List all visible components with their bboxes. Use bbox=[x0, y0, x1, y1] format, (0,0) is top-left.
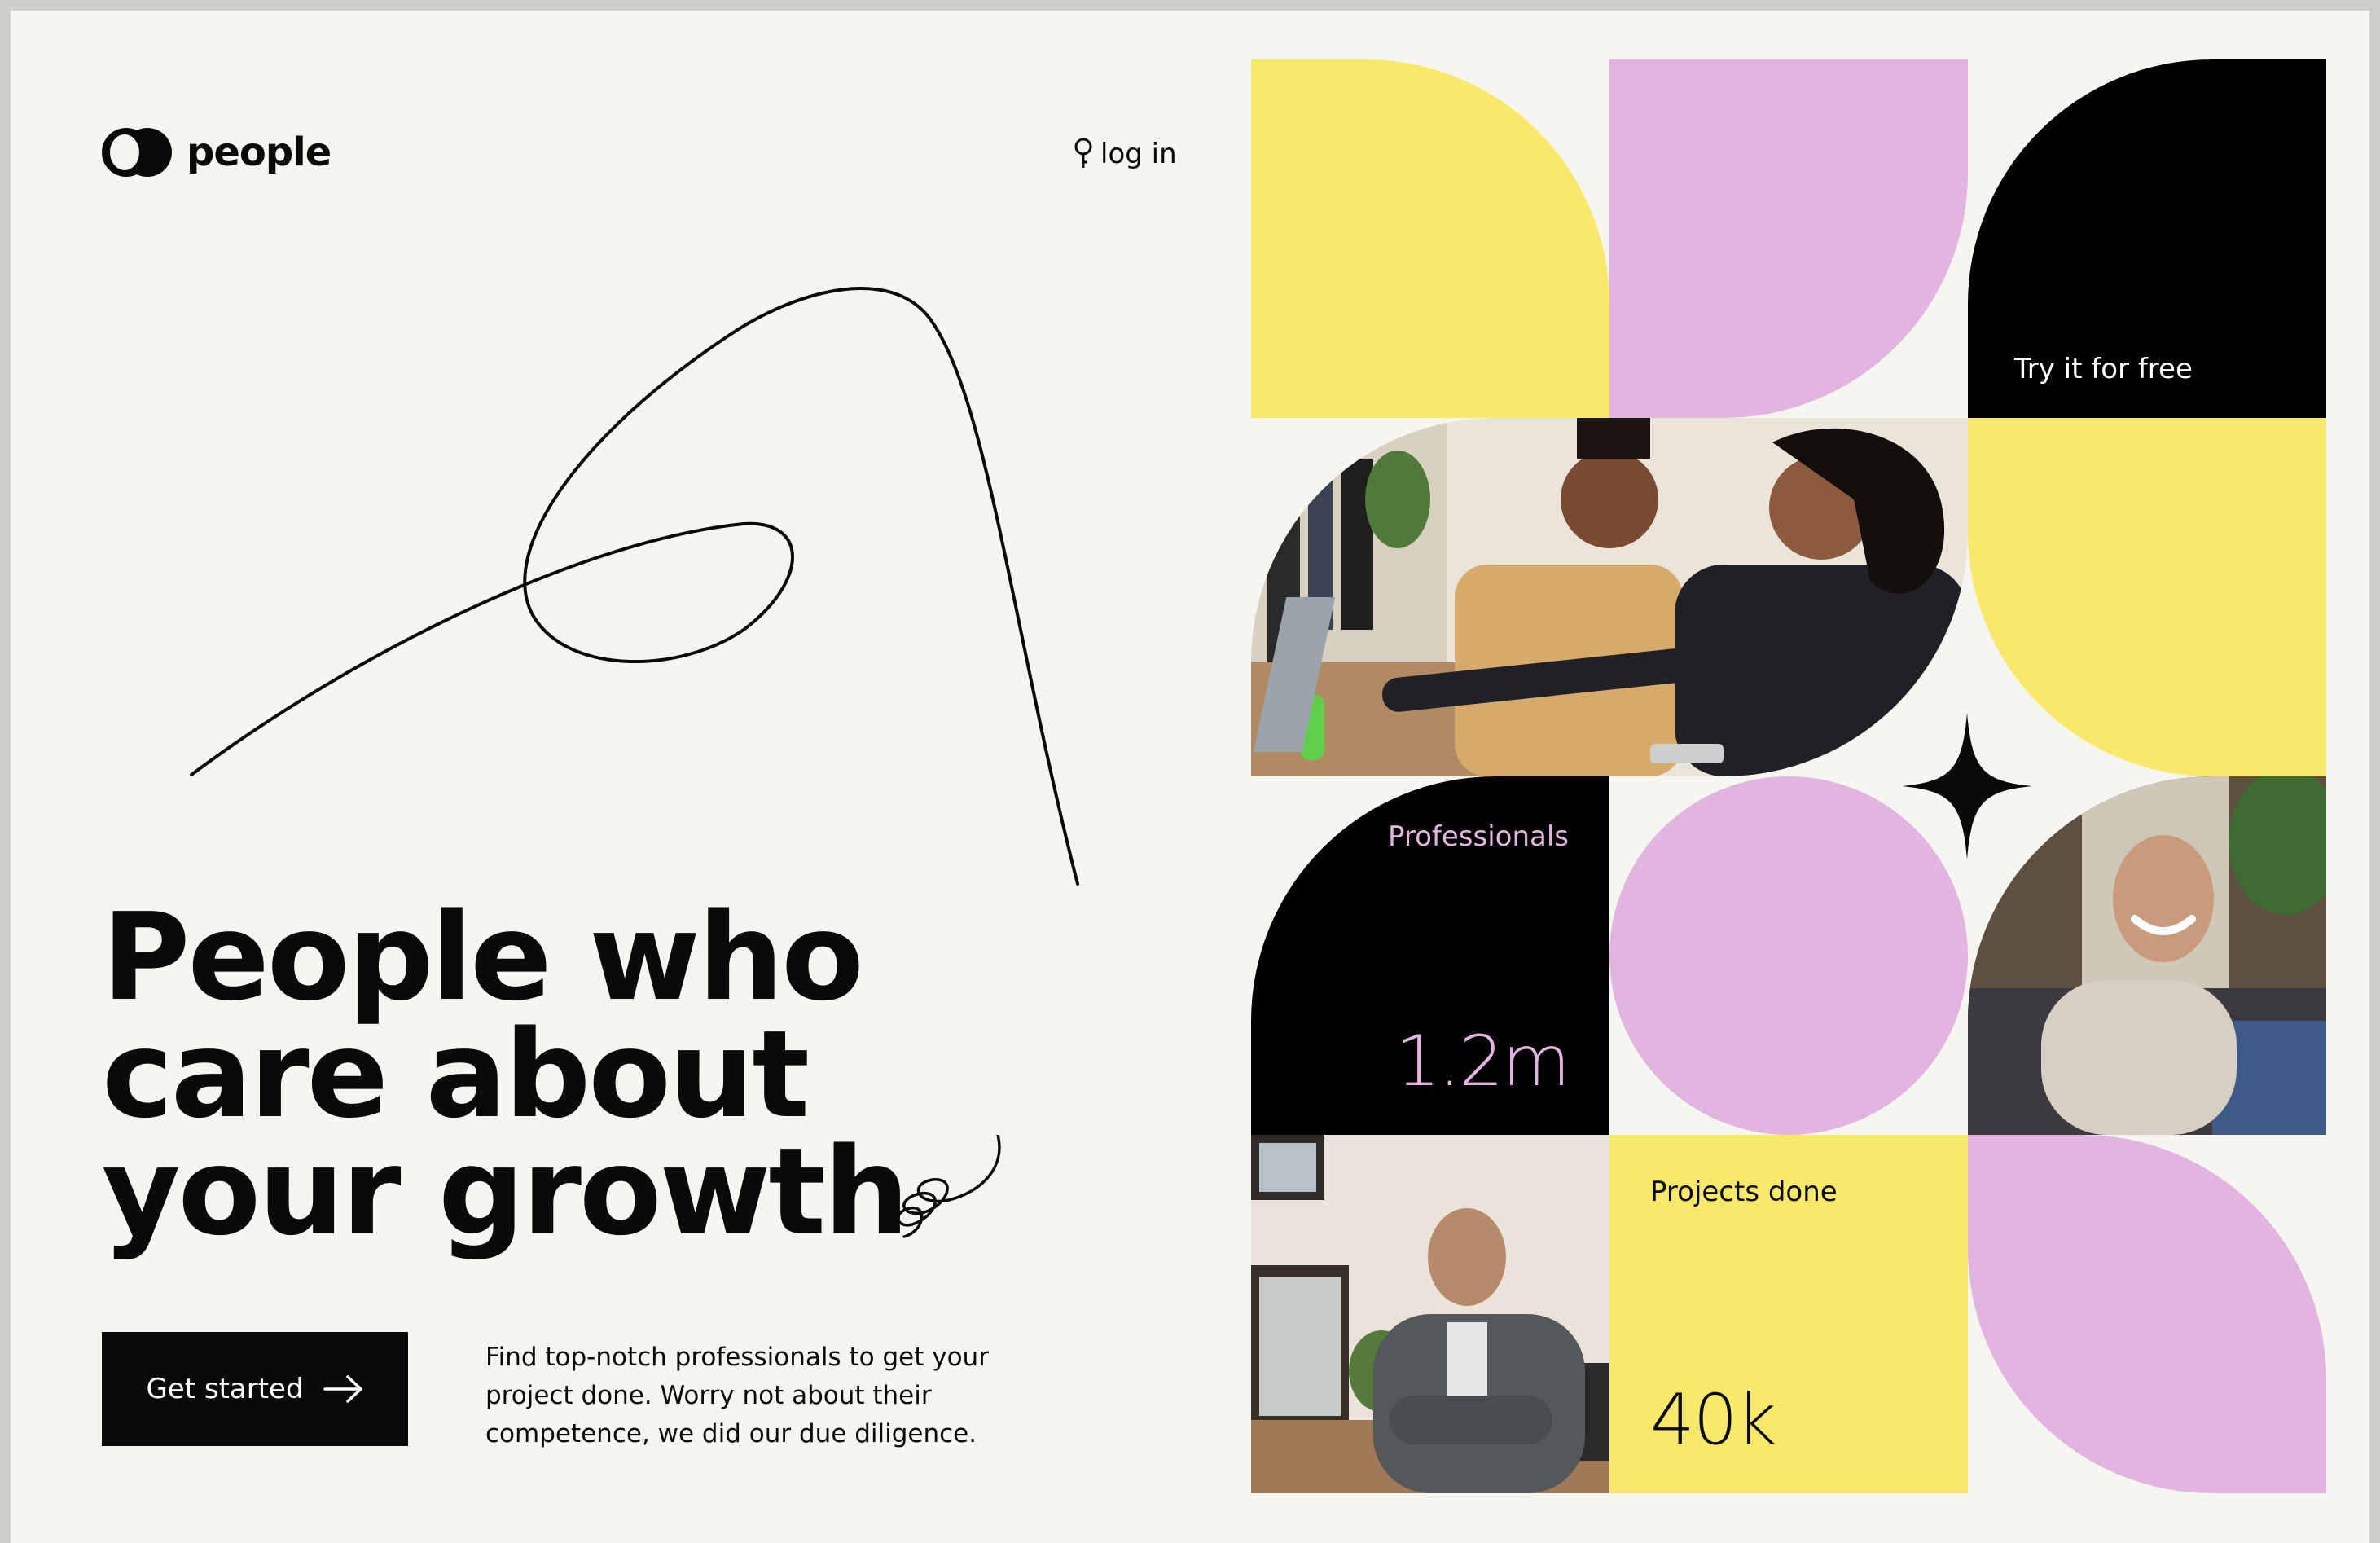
hero-description: Find top-notch professionals to get your… bbox=[485, 1343, 989, 1448]
get-started-label: Get started bbox=[146, 1373, 304, 1405]
get-started-button[interactable]: Get started bbox=[102, 1332, 408, 1446]
hero-title-line-1: People who bbox=[102, 887, 864, 1027]
tile-pink-leaf-1 bbox=[1609, 59, 1968, 418]
hero-title-line-3: your growth bbox=[102, 1122, 909, 1262]
try-free-tile[interactable]: Try it for free bbox=[1968, 59, 2326, 418]
photo-team-at-computer bbox=[1251, 418, 1968, 776]
stat-projects-value: 40k bbox=[1650, 1379, 1776, 1461]
spiral-doodle-icon bbox=[897, 1135, 1001, 1238]
hero-title-line-2: care about bbox=[102, 1004, 810, 1145]
hero-title: People who care about your growth bbox=[102, 887, 909, 1262]
scribble-line-decoration bbox=[190, 286, 1079, 886]
tile-pink-leaf-2 bbox=[1968, 1135, 2326, 1493]
four-point-star-icon bbox=[1902, 713, 2032, 859]
stat-professionals-value: 1.2m bbox=[1395, 1021, 1570, 1102]
stat-projects-tile: Projects done 40k bbox=[1609, 1135, 1968, 1493]
stat-professionals-tile: Professionals 1.2m bbox=[1251, 776, 1609, 1135]
stat-professionals-label: Professionals bbox=[1387, 820, 1569, 853]
tile-yellow-leaf-1 bbox=[1251, 59, 1609, 418]
try-free-label: Try it for free bbox=[2014, 353, 2193, 385]
landing-page: people log in People who care about your… bbox=[11, 11, 2369, 1543]
stat-projects-label: Projects done bbox=[1650, 1176, 1838, 1208]
arrow-right-icon bbox=[323, 1375, 362, 1403]
photo-man-arms-crossed bbox=[1251, 1135, 1609, 1493]
